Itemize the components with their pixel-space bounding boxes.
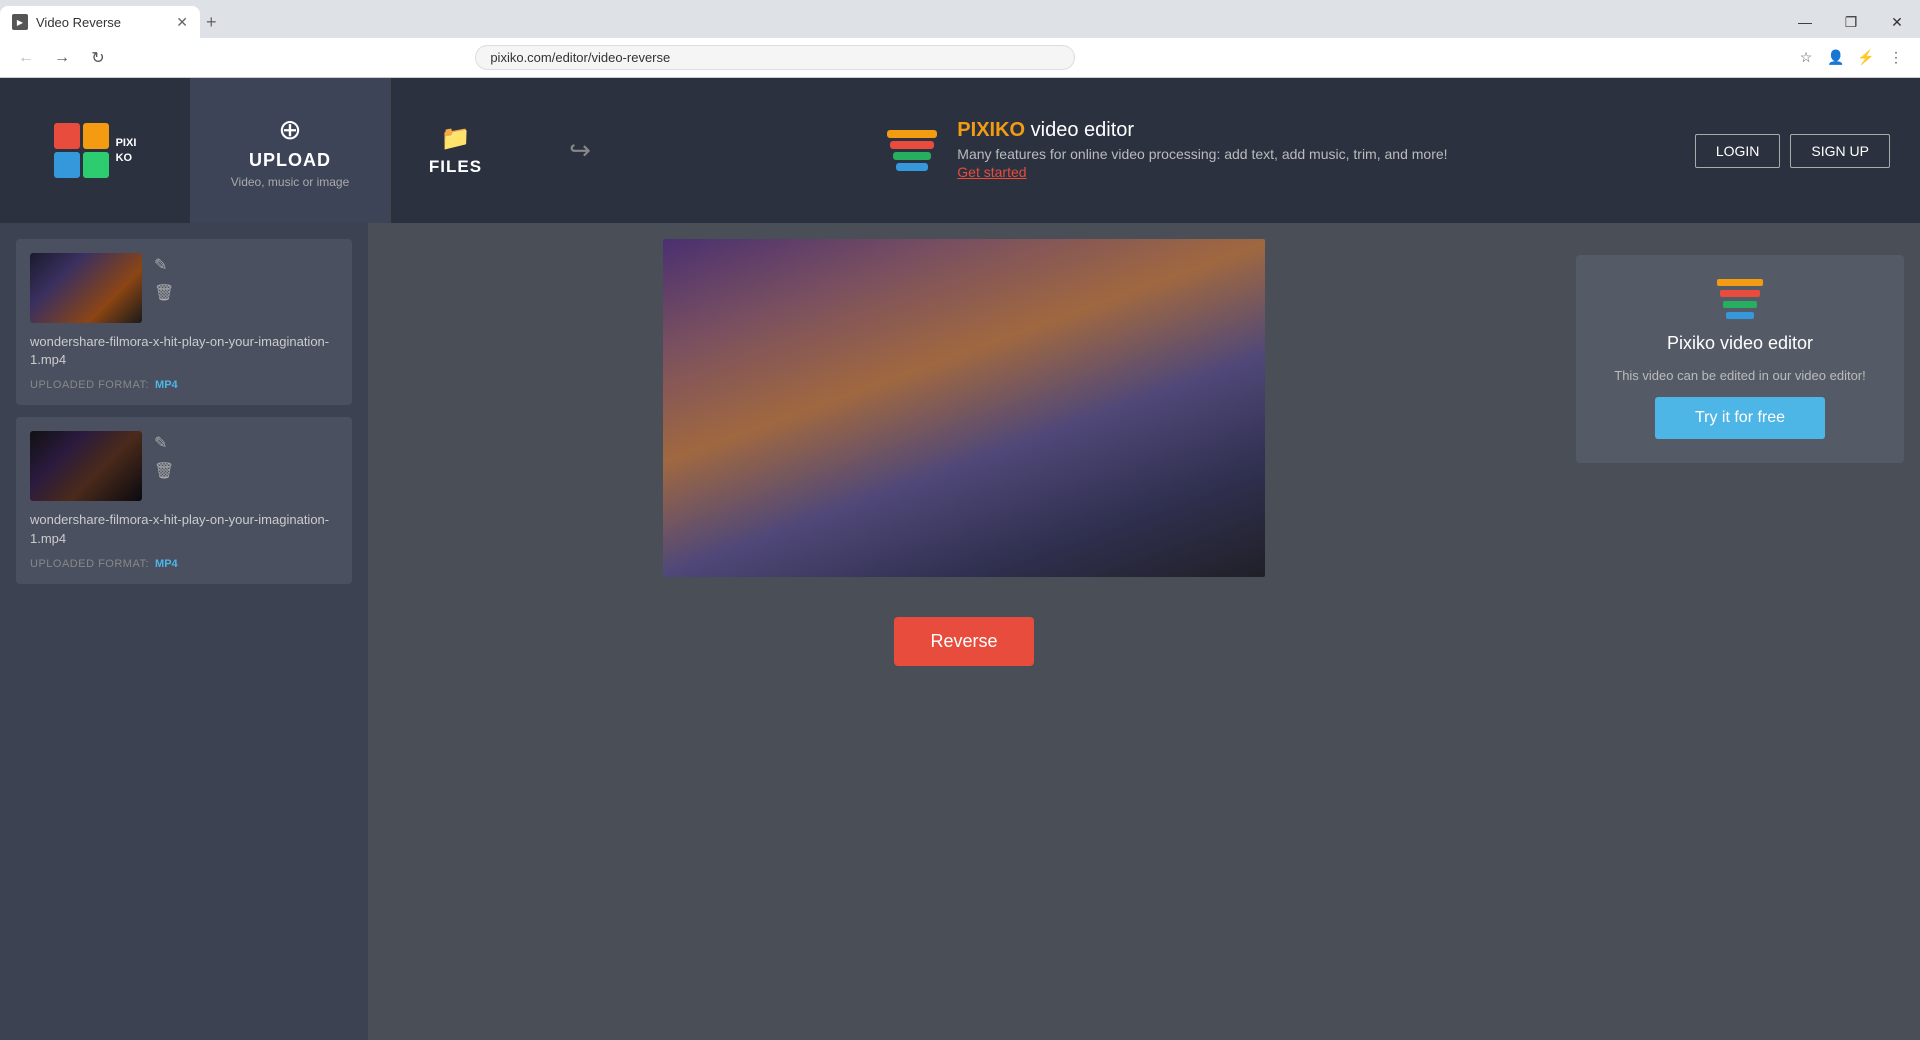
login-button[interactable]: LOGIN [1695,134,1781,168]
stack-icon [887,130,937,171]
file-actions: ✎ 🗑 [154,253,174,303]
delete-icon[interactable]: 🗑 [154,283,174,303]
profile-icon[interactable]: 👤 [1824,46,1848,70]
share-button[interactable]: ↪ [520,78,640,223]
format-value: MP4 [155,558,178,570]
promo-area: PIXIKO video editor Many features for on… [640,119,1695,182]
logo-pixel-green [83,152,109,178]
stack-layer-4 [896,163,928,171]
file-card[interactable]: ✎ 🗑 wondershare-filmora-x-hit-play-on-yo… [16,239,352,405]
bookmark-icon[interactable]: ☆ [1794,46,1818,70]
file-thumbnail [30,253,142,323]
file-actions: ✎ 🗑 [154,431,174,481]
close-button[interactable]: ✕ [1874,6,1920,38]
files-button[interactable]: 📁 FILES [390,78,520,223]
files-label: FILES [429,157,482,177]
file-format-row: UPLOADED FORMAT: MP4 [30,379,338,391]
stack-layer-1 [887,130,937,138]
promo-logo [887,130,937,171]
delete-icon[interactable]: 🗑 [154,461,174,481]
edit-icon[interactable]: ✎ [154,255,174,275]
reverse-button[interactable]: Reverse [894,617,1033,666]
logo-pixels [54,123,110,179]
logo-pixel-blue [54,152,80,178]
sidebar: ✎ 🗑 wondershare-filmora-x-hit-play-on-yo… [0,223,368,1040]
file-name: wondershare-filmora-x-hit-play-on-your-i… [30,511,338,547]
files-icon: 📁 [441,124,471,153]
format-value: MP4 [155,379,178,391]
logo-text: PIXI KO [116,136,137,165]
thumb-image [30,431,142,501]
promo-description: Many features for online video processin… [957,146,1447,162]
editor-promo-title: Pixiko video editor [1667,333,1813,354]
browser-tab[interactable]: ▶ Video Reverse ✕ [0,6,200,38]
right-panel: Pixiko video editor This video can be ed… [1560,223,1920,1040]
promo-brand: PIXIKO [957,119,1025,141]
file-thumbnail [30,431,142,501]
editor-promo-description: This video can be edited in our video ed… [1614,368,1866,383]
get-started-link[interactable]: Get started [957,164,1026,180]
tab-close-button[interactable]: ✕ [176,14,188,31]
signup-button[interactable]: SIGN UP [1790,134,1890,168]
tab-favicon: ▶ [12,14,28,30]
video-preview [663,239,1265,577]
file-format-row: UPLOADED FORMAT: MP4 [30,558,338,570]
file-card[interactable]: ✎ 🗑 wondershare-filmora-x-hit-play-on-yo… [16,417,352,583]
format-label: UPLOADED FORMAT: [30,558,149,570]
logo-pixel-yellow [83,123,109,149]
upload-button[interactable]: ⊕ UPLOAD Video, music or image [190,78,390,223]
stack-icon-layer-1 [1717,279,1763,286]
file-name: wondershare-filmora-x-hit-play-on-your-i… [30,333,338,369]
new-tab-button[interactable]: + [206,13,217,31]
address-bar-input[interactable]: pixiko.com/editor/video-reverse [475,45,1075,70]
logo-area: PIXI KO [0,78,190,223]
menu-icon[interactable]: ⋮ [1884,46,1908,70]
file-card-top: ✎ 🗑 [30,253,338,323]
logo-pixel-red [54,123,80,149]
editor-promo-card: Pixiko video editor This video can be ed… [1576,255,1904,463]
auth-buttons: LOGIN SIGN UP [1695,134,1890,168]
upload-subtitle: Video, music or image [231,175,350,189]
format-label: UPLOADED FORMAT: [30,379,149,391]
promo-rest: video editor [1025,119,1134,141]
extensions-icon[interactable]: ⚡ [1854,46,1878,70]
back-button[interactable]: ← [12,44,40,72]
promo-text: PIXIKO video editor Many features for on… [957,119,1447,182]
forward-button[interactable]: → [48,44,76,72]
upload-icon: ⊕ [278,113,301,146]
thumb-image [30,253,142,323]
upload-label: UPLOAD [249,150,331,171]
stack-icon-layer-4 [1726,312,1754,319]
promo-stack-icon [1717,279,1763,319]
video-frame [663,239,1265,577]
try-free-button[interactable]: Try it for free [1655,397,1825,439]
promo-title: PIXIKO video editor [957,119,1447,142]
refresh-button[interactable]: ↻ [84,44,112,72]
file-card-top: ✎ 🗑 [30,431,338,501]
logo: PIXI KO [54,123,137,179]
minimize-button[interactable]: — [1782,6,1828,38]
main-content: ✎ 🗑 wondershare-filmora-x-hit-play-on-yo… [0,223,1920,1040]
video-area: Reverse [368,223,1560,1040]
app-header: PIXI KO ⊕ UPLOAD Video, music or image 📁… [0,78,1920,223]
restore-button[interactable]: ❐ [1828,6,1874,38]
edit-icon[interactable]: ✎ [154,433,174,453]
tab-title: Video Reverse [36,15,164,30]
stack-icon-layer-2 [1720,290,1760,297]
stack-layer-2 [890,141,934,149]
stack-icon-layer-3 [1723,301,1757,308]
stack-layer-3 [893,152,931,160]
share-icon: ↪ [569,135,591,166]
